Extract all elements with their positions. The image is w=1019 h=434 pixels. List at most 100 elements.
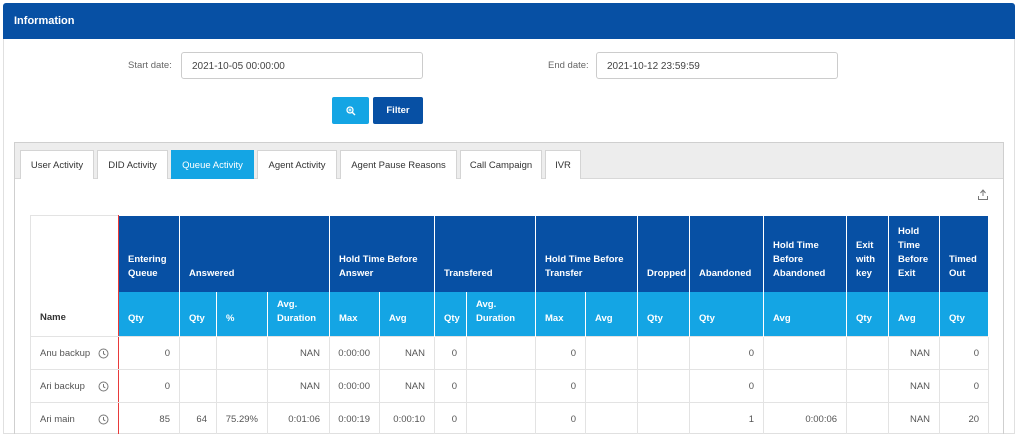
table-cell: 0 — [535, 369, 587, 403]
tab-agent-pause-reasons[interactable]: Agent Pause Reasons — [340, 150, 457, 179]
sub-header: Avg. Duration — [267, 291, 330, 337]
table-cell: 1 — [689, 402, 765, 434]
sub-header: Avg — [763, 291, 848, 337]
end-date-value: 2021-10-12 23:59:59 — [607, 61, 700, 72]
group-header-row: Name Entering Queue Answered Hold Time B… — [30, 215, 990, 337]
table-cell: 0 — [689, 369, 765, 403]
end-date-label: End date: — [548, 60, 589, 71]
group-header-abandoned: Abandoned — [689, 215, 765, 292]
table-cell — [637, 336, 691, 370]
sub-header: Max — [329, 291, 380, 337]
table-cell: 0 — [535, 336, 587, 370]
table-row[interactable]: Anu backup 0 NAN 0:00:00 NAN 0 0 0 NAN 0 — [30, 336, 990, 370]
group-header-exit-with-key: Exit with key — [846, 215, 890, 292]
table-cell — [465, 402, 537, 434]
table-cell — [585, 336, 639, 370]
table-cell — [179, 369, 217, 403]
magnifier-plus-icon — [345, 105, 355, 115]
table-cell: NAN — [888, 336, 941, 370]
group-header-dropped: Dropped — [637, 215, 691, 292]
table-cell: 0:00:00 — [329, 336, 380, 370]
table-cell: 0 — [939, 336, 990, 370]
table-cell: 0 — [535, 402, 587, 434]
row-name: Ari main — [40, 413, 75, 425]
table-cell — [216, 369, 268, 403]
sub-header: % — [216, 291, 268, 337]
panel-title: Information — [14, 15, 75, 27]
table-cell — [179, 336, 217, 370]
table-cell: 0 — [939, 369, 990, 403]
table-cell: 0:00:19 — [329, 402, 380, 434]
table-cell: 0:00:06 — [763, 402, 848, 434]
table-row[interactable]: Ari backup 0 NAN 0:00:00 NAN 0 0 0 NAN 0 — [30, 369, 990, 403]
table-cell — [763, 336, 848, 370]
group-header-hold-before-abandoned: Hold Time Before Abandoned — [763, 215, 848, 292]
sub-header: Qty — [939, 291, 990, 337]
tab-did-activity[interactable]: DID Activity — [97, 150, 168, 179]
sub-header: Avg — [379, 291, 435, 337]
tab-ivr[interactable]: IVR — [545, 150, 581, 179]
table-cell: 0 — [434, 402, 467, 434]
table-cell — [585, 402, 639, 434]
sub-header: Qty — [846, 291, 890, 337]
table-body: Anu backup 0 NAN 0:00:00 NAN 0 0 0 NAN 0 Ari backu… — [30, 336, 990, 434]
table-cell: NAN — [267, 336, 330, 370]
clock-icon[interactable] — [98, 381, 109, 392]
group-header-hold-before-transfer: Hold Time Before Transfer — [535, 215, 639, 292]
row-name: Anu backup — [40, 347, 91, 359]
table-row[interactable]: Ari main 85 64 75.29% 0:01:06 0:00:19 0:00:10 0… — [30, 402, 990, 434]
sub-header: Qty — [179, 291, 217, 337]
table-cell: NAN — [379, 369, 435, 403]
row-name: Ari backup — [40, 380, 85, 392]
table-cell — [637, 402, 691, 434]
start-date-value: 2021-10-05 00:00:00 — [192, 61, 285, 72]
group-header-entering-queue: Entering Queue — [118, 215, 180, 292]
group-header-answered: Answered — [179, 215, 330, 292]
table-cell: 75.29% — [216, 402, 268, 434]
sub-header: Qty — [689, 291, 765, 337]
sub-header: Qty — [118, 291, 180, 337]
search-button[interactable] — [332, 97, 369, 124]
clock-icon[interactable] — [98, 414, 109, 425]
table-cell: 0:01:06 — [267, 402, 330, 434]
tab-user-activity[interactable]: User Activity — [20, 150, 94, 179]
table-cell: 20 — [939, 402, 990, 434]
sub-header: Qty — [637, 291, 691, 337]
tab-agent-activity[interactable]: Agent Activity — [257, 150, 337, 179]
sub-header: Max — [535, 291, 587, 337]
table-cell: 0 — [118, 336, 180, 370]
group-header-hold-before-answer: Hold Time Before Answer — [329, 215, 435, 292]
sub-header-row: Qty Qty % Avg. Duration Max Avg Qty Avg.… — [31, 291, 990, 337]
table-cell: 85 — [118, 402, 180, 434]
table-cell: 0 — [118, 369, 180, 403]
table-cell — [465, 369, 537, 403]
table-cell — [846, 402, 890, 434]
sub-header: Avg — [888, 291, 941, 337]
end-date-input[interactable]: 2021-10-12 23:59:59 — [596, 52, 838, 79]
table-cell: 0:00:00 — [329, 369, 380, 403]
tab-call-campaign[interactable]: Call Campaign — [460, 150, 542, 179]
filter-button[interactable]: Filter — [373, 97, 423, 124]
table-cell — [846, 336, 890, 370]
table-cell — [763, 369, 848, 403]
sub-header: Avg. Duration — [466, 291, 537, 337]
table-cell: NAN — [267, 369, 330, 403]
table-cell: NAN — [888, 369, 941, 403]
table-cell — [216, 336, 268, 370]
table-cell — [585, 369, 639, 403]
table-cell: NAN — [379, 336, 435, 370]
clock-icon[interactable] — [98, 348, 109, 359]
export-icon[interactable] — [977, 189, 989, 201]
start-date-input[interactable]: 2021-10-05 00:00:00 — [181, 52, 423, 79]
table-cell: NAN — [888, 402, 941, 434]
tab-queue-activity[interactable]: Queue Activity — [171, 150, 254, 179]
row-name-cell: Ari backup — [30, 369, 119, 403]
row-name-cell: Anu backup — [30, 336, 119, 370]
sub-header: Qty — [434, 291, 467, 337]
sub-header: Avg — [585, 291, 639, 337]
page: Information Start date: 2021-10-05 00:00… — [0, 0, 1019, 434]
panel-header: Information — [3, 3, 1015, 39]
start-date-label: Start date: — [128, 60, 172, 71]
group-header-hold-before-exit: Hold Time Before Exit — [888, 215, 941, 292]
table-cell: 0:00:10 — [379, 402, 435, 434]
